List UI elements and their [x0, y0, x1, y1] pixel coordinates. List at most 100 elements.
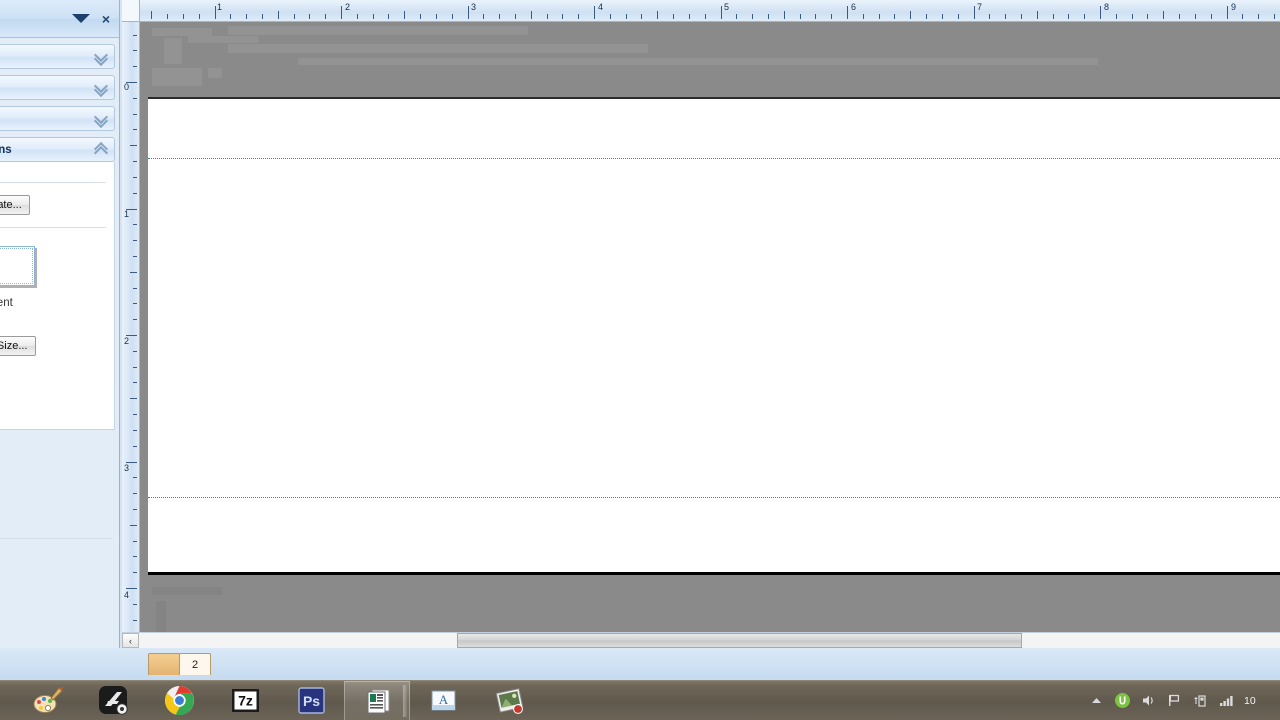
ruler-tick — [133, 240, 137, 242]
ruler-tick — [878, 14, 880, 19]
taskbar-item-7zip[interactable]: 7z — [212, 681, 278, 720]
ruler-tick — [1020, 14, 1022, 19]
scrollbar-thumb[interactable] — [457, 633, 1022, 648]
ruler-tick — [989, 14, 991, 19]
ruler-tick — [133, 350, 137, 352]
horizontal-ruler[interactable]: 1 2 3 4 5 6 7 8 9 — [140, 0, 1280, 22]
ruler-tick — [530, 11, 532, 19]
change-template-button[interactable]: a Template... — [0, 195, 30, 215]
ruler-tick — [126, 588, 137, 589]
ruler-tick — [133, 445, 137, 447]
page-size-thumbnail[interactable] — [0, 246, 35, 286]
close-x-icon[interactable]: × — [99, 12, 113, 26]
ruler-label: 9 — [1231, 2, 1237, 12]
utorrent-icon[interactable] — [1114, 692, 1131, 709]
taskbar-item-game-launcher[interactable] — [80, 681, 146, 720]
ruler-tick — [133, 113, 137, 115]
ruler-tick — [1194, 14, 1196, 19]
ruler-label: 1 — [124, 209, 130, 219]
ruler-label: 2 — [345, 2, 351, 12]
section-color-schemes[interactable]: hemes — [0, 75, 115, 100]
document-canvas[interactable] — [140, 22, 1280, 632]
section-publication-options[interactable]: tions — [0, 44, 115, 69]
page-tab-1[interactable] — [148, 653, 180, 675]
section-font-schemes[interactable]: emes — [0, 106, 115, 131]
chevron-double-down-icon[interactable] — [94, 112, 108, 126]
canvas-upper-region — [148, 22, 1280, 94]
ruler-tick — [783, 11, 785, 19]
chevron-double-down-icon[interactable] — [94, 50, 108, 64]
publication-page[interactable] — [148, 97, 1280, 575]
vertical-ruler[interactable]: 0 1 2 3 4 — [122, 22, 140, 632]
ruler-tick — [133, 382, 137, 384]
svg-text:Ps: Ps — [302, 693, 319, 709]
ruler-tick — [688, 14, 690, 19]
ruler-tick — [133, 287, 137, 289]
ruler-tick — [133, 603, 137, 605]
ruler-tick — [133, 303, 137, 305]
ruler-label: 1 — [217, 2, 223, 12]
ruler-tick — [133, 414, 137, 416]
page-tabs[interactable]: 2 — [148, 653, 211, 675]
ruler-tick — [657, 11, 659, 19]
ruler-tick — [752, 14, 754, 19]
ruler-tick — [133, 176, 137, 178]
ruler-tick — [467, 6, 469, 19]
signal-bars-icon[interactable] — [1218, 692, 1235, 709]
ruler-tick — [625, 14, 627, 19]
publisher-application-window: lication × tions hemes emes on Options — [0, 0, 1280, 680]
taskbar-item-wordart[interactable]: A — [410, 681, 476, 720]
taskbar-item-chrome[interactable] — [146, 681, 212, 720]
ruler-tick — [815, 14, 817, 19]
taskbar-item-photo-editor[interactable] — [476, 681, 542, 720]
ruler-tick — [736, 14, 738, 19]
ruler-tick — [372, 14, 374, 19]
taskbar-item-paint[interactable] — [14, 681, 80, 720]
change-page-size-button[interactable]: e Page Size... — [0, 336, 36, 356]
margin-guide-bottom — [148, 497, 1280, 498]
ruler-label: 7 — [977, 2, 983, 12]
ruler-label: 5 — [724, 2, 730, 12]
ruler-tick — [831, 14, 833, 19]
horizontal-scrollbar[interactable]: ‹ — [122, 632, 1280, 648]
chevron-up-icon[interactable] — [1088, 692, 1105, 709]
section-label: on Options — [0, 143, 12, 156]
ruler-tick — [388, 14, 390, 19]
dropdown-triangle-icon[interactable] — [71, 14, 90, 23]
ruler-tick — [1005, 14, 1007, 19]
ruler-tick — [1258, 14, 1260, 19]
windows-taskbar: 7z Ps A 10 — [0, 680, 1280, 720]
ruler-tick — [309, 14, 311, 19]
network-icon[interactable] — [1192, 692, 1209, 709]
page-tab-2[interactable]: 2 — [179, 653, 211, 675]
ruler-tick — [941, 14, 943, 19]
ruler-tick — [133, 493, 137, 495]
ruler-tick — [133, 540, 137, 542]
ruler-tick — [133, 192, 137, 194]
ruler-tick — [261, 14, 263, 19]
ruler-label: 2 — [124, 336, 130, 346]
ruler-tick — [1210, 14, 1212, 19]
ruler-tick — [799, 14, 801, 19]
scroll-left-arrow-icon[interactable]: ‹ — [122, 633, 139, 648]
flag-icon[interactable] — [1166, 692, 1183, 709]
ruler-tick — [133, 366, 137, 368]
ruler-tick — [1115, 14, 1117, 19]
ruler-tick — [720, 6, 722, 19]
ruler-tick — [1147, 14, 1149, 19]
taskbar-item-photoshop[interactable]: Ps — [278, 681, 344, 720]
scrollbar-track[interactable] — [139, 633, 1280, 648]
ruler-tick — [133, 66, 137, 68]
clock[interactable]: 10 — [1244, 695, 1272, 707]
ruler-tick — [133, 129, 137, 131]
section-publication-options-expanded[interactable]: on Options — [0, 137, 115, 162]
chevron-double-up-icon[interactable] — [94, 143, 108, 157]
ruler-tick — [404, 11, 406, 19]
start-button[interactable] — [0, 681, 14, 720]
speaker-icon[interactable] — [1140, 692, 1157, 709]
ruler-tick — [130, 271, 137, 273]
taskbar-item-publisher[interactable] — [344, 680, 410, 720]
publisher-icon — [362, 685, 393, 716]
chevron-double-down-icon[interactable] — [94, 81, 108, 95]
ruler-tick — [133, 619, 137, 621]
